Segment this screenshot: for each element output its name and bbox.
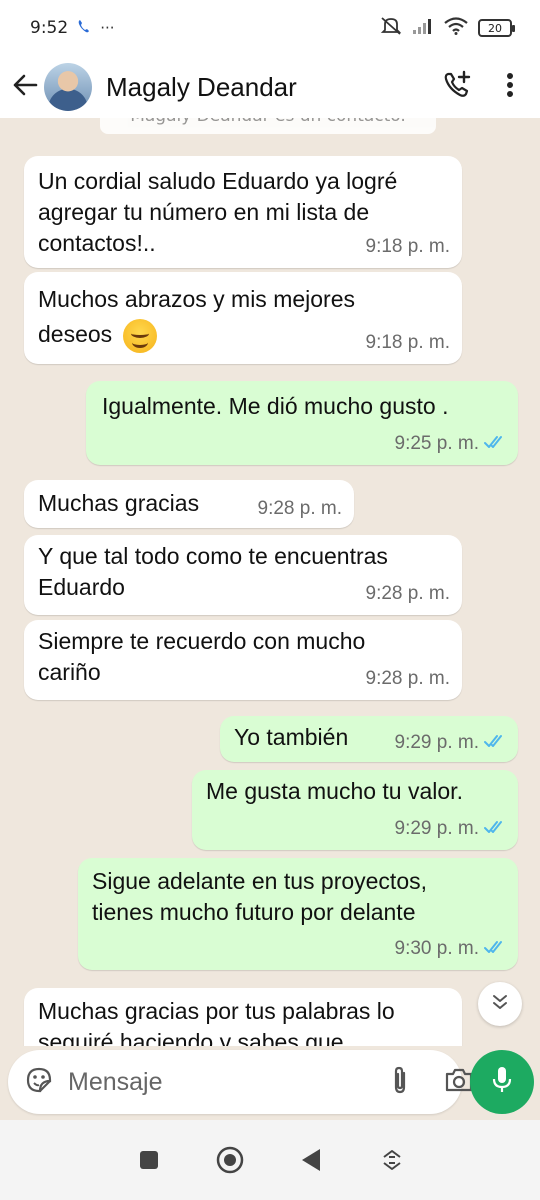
message-meta: 9:18 p. m. [366, 231, 451, 262]
header-actions [442, 70, 528, 104]
read-ticks-icon [484, 933, 506, 964]
message-text: Muchos abrazos y mis mejores deseos [38, 286, 355, 347]
message-outgoing[interactable]: Me gusta mucho tu valor. 9:29 p. m. [192, 770, 518, 850]
recents-square-icon[interactable] [127, 1138, 171, 1182]
add-call-icon[interactable] [442, 70, 472, 104]
status-bar: 9:52 ··· 20 [0, 0, 540, 56]
message-time: 9:28 p. m. [257, 498, 343, 519]
signal-icon [412, 18, 434, 39]
message-incoming[interactable]: Siempre te recuerdo con mucho cariño 9:2… [24, 620, 462, 700]
message-text: Muchas gracias por tus palabras lo segui… [38, 998, 395, 1046]
message-meta: 9:28 p. m. [366, 663, 451, 694]
message-time: 9:25 p. m. [394, 433, 480, 454]
message-text: Me gusta mucho tu valor. [206, 778, 463, 804]
smiling-face-emoji-icon [122, 318, 157, 353]
sticker-icon[interactable] [24, 1065, 54, 1099]
message-time: 9:28 p. m. [365, 668, 451, 689]
mic-icon[interactable] [491, 1065, 513, 1099]
message-time: 9:18 p. m. [365, 236, 451, 257]
more-dots-icon: ··· [100, 19, 115, 37]
battery-icon: 20 [478, 19, 515, 37]
read-ticks-icon [484, 727, 506, 758]
back-button[interactable] [12, 73, 42, 101]
mute-icon [380, 16, 402, 41]
chat-header: Magaly Deandar [0, 56, 540, 118]
back-arrow-icon[interactable] [12, 73, 38, 101]
battery-level: 20 [488, 21, 502, 35]
wifi-icon [444, 16, 468, 40]
read-ticks-icon [484, 428, 506, 459]
contact-name[interactable]: Magaly Deandar [106, 72, 442, 103]
message-incoming[interactable]: Muchos abrazos y mis mejores deseos 9:18… [24, 272, 462, 364]
phone-icon [78, 19, 90, 37]
message-meta: 9:25 p. m. [395, 428, 507, 459]
avatar[interactable] [44, 63, 92, 111]
mic-button[interactable] [470, 1050, 534, 1114]
composer-actions [390, 1065, 474, 1099]
double-chevron-down-icon[interactable] [491, 993, 509, 1015]
message-incoming[interactable]: Muchas gracias 9:28 p. m. [24, 480, 354, 528]
composer-bar [8, 1050, 473, 1114]
scroll-to-bottom-button[interactable] [478, 982, 522, 1026]
overflow-menu-icon[interactable] [506, 72, 514, 102]
rotate-icon[interactable] [370, 1138, 414, 1182]
message-meta: 9:30 p. m. [395, 933, 507, 964]
system-banner: Magaly Deandar es un contacto. [100, 118, 436, 134]
read-ticks-icon [484, 813, 506, 844]
message-outgoing[interactable]: Igualmente. Me dió mucho gusto . 9:25 p.… [86, 381, 518, 465]
message-incoming[interactable]: Y que tal todo como te encuentras Eduard… [24, 535, 462, 615]
message-incoming[interactable]: Un cordial saludo Eduardo ya logré agreg… [24, 156, 462, 268]
message-input[interactable] [68, 1067, 390, 1097]
message-time: 9:29 p. m. [394, 818, 480, 839]
message-meta: 9:29 p. m. [395, 727, 507, 758]
status-left: 9:52 ··· [30, 18, 115, 38]
message-time: 9:29 p. m. [394, 732, 480, 753]
message-body: Muchos abrazos y mis mejores deseos [38, 282, 418, 353]
back-triangle-icon[interactable] [289, 1138, 333, 1182]
message-time: 9:18 p. m. [365, 332, 451, 353]
message-meta: 9:28 p. m. [258, 493, 343, 524]
status-time: 9:52 [30, 18, 69, 38]
status-right: 20 [380, 16, 515, 41]
message-incoming[interactable]: Muchas gracias por tus palabras lo segui… [24, 988, 462, 1046]
message-meta: 9:29 p. m. [395, 813, 507, 844]
home-circle-icon[interactable] [208, 1138, 252, 1182]
message-meta: 9:28 p. m. [366, 578, 451, 609]
system-nav-bar [0, 1120, 540, 1200]
message-outgoing[interactable]: Sigue adelante en tus proyectos, tienes … [78, 858, 518, 970]
message-time: 9:28 p. m. [365, 583, 451, 604]
attach-icon[interactable] [390, 1065, 410, 1099]
message-text: Igualmente. Me dió mucho gusto . [102, 393, 449, 419]
message-text: Sigue adelante en tus proyectos, tienes … [92, 868, 428, 925]
chat-area[interactable]: Magaly Deandar es un contacto. Un cordia… [0, 118, 540, 1046]
message-outgoing[interactable]: Yo también 9:29 p. m. [220, 716, 518, 762]
message-meta: 9:18 p. m. [366, 327, 451, 358]
message-time: 9:30 p. m. [394, 938, 480, 959]
